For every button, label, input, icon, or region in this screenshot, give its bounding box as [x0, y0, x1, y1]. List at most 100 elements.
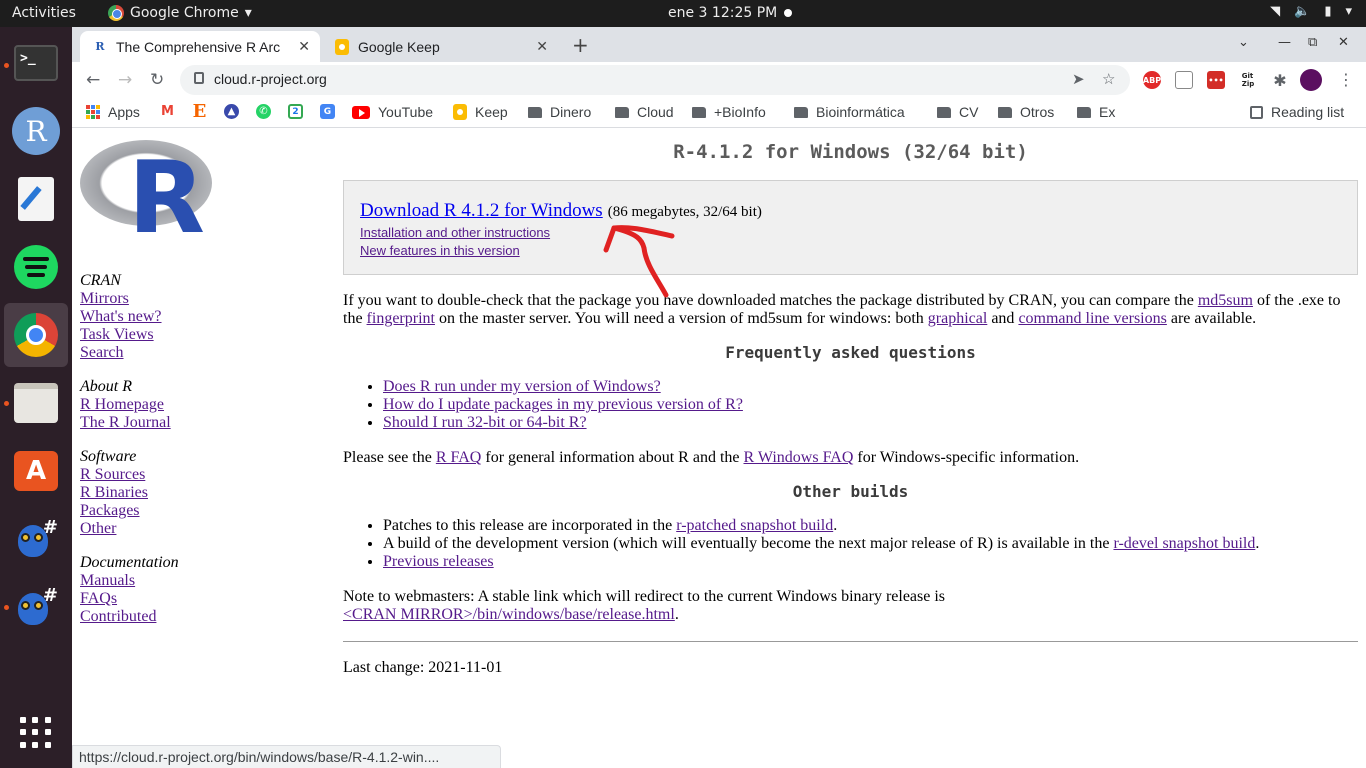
- send-icon[interactable]: ➤: [1072, 70, 1085, 88]
- bookmark-youtube[interactable]: YouTube: [352, 104, 433, 120]
- graphical-link[interactable]: graphical: [928, 310, 988, 327]
- previous-releases-link[interactable]: Previous releases: [383, 553, 494, 570]
- md5sum-link[interactable]: md5sum: [1198, 292, 1253, 309]
- lock-icon[interactable]: [194, 72, 204, 84]
- document-extension-icon[interactable]: [1175, 71, 1193, 89]
- sidebar-link-r-binaries[interactable]: R Binaries: [80, 484, 330, 502]
- extensions-puzzle-icon[interactable]: ✱: [1271, 71, 1289, 90]
- install-instructions-link[interactable]: Installation and other instructions: [360, 226, 1341, 240]
- tab-keep[interactable]: Google Keep ✕: [322, 31, 558, 62]
- profile-avatar[interactable]: [1300, 69, 1322, 91]
- bookmark-gmail[interactable]: M: [160, 104, 175, 119]
- text-editor-icon: [18, 177, 54, 221]
- sidebar-link-task-views[interactable]: Task Views: [80, 326, 330, 344]
- bookmark-label: Keep: [475, 104, 508, 120]
- close-icon[interactable]: ✕: [536, 38, 548, 55]
- command-line-versions-link[interactable]: command line versions: [1018, 310, 1166, 327]
- bookmark-folder-bioinformatica[interactable]: Bioinformática: [794, 104, 905, 120]
- bookmark-label: Cloud: [637, 104, 674, 120]
- bookmark-star-icon[interactable]: ☆: [1102, 70, 1115, 88]
- fingerprint-link[interactable]: fingerprint: [367, 310, 435, 327]
- webmaster-note: Note to webmasters: A stable link which …: [343, 588, 946, 623]
- sidebar-link-r-journal[interactable]: The R Journal: [80, 414, 330, 432]
- bookmark-whatsapp[interactable]: ✆: [256, 104, 271, 119]
- bookmark-folder-cloud[interactable]: Cloud: [615, 104, 674, 120]
- gitzip-icon[interactable]: Git Zip: [1239, 71, 1257, 89]
- address-bar[interactable]: cloud.r-project.org ➤ ☆: [180, 65, 1130, 95]
- r-devel-link[interactable]: r-devel snapshot build: [1113, 535, 1255, 552]
- new-features-link[interactable]: New features in this version: [360, 244, 1341, 258]
- dock-spotify[interactable]: [10, 241, 62, 293]
- chrome-icon: [14, 313, 58, 357]
- bookmarks-bar: Apps M E ▲ ✆ 2 G YouTube Keep Dinero Clo…: [72, 98, 1366, 128]
- forward-icon[interactable]: →: [118, 70, 132, 90]
- faq-link-windows-version[interactable]: Does R run under my version of Windows?: [383, 378, 661, 395]
- paragraph-text: Please see the: [343, 449, 436, 466]
- sidebar-link-whats-new[interactable]: What's new?: [80, 308, 330, 326]
- sidebar-link-packages[interactable]: Packages: [80, 502, 330, 520]
- r-faq-link[interactable]: R FAQ: [436, 449, 482, 466]
- tab-strip: R The Comprehensive R Arc ✕ Google Keep …: [72, 27, 1366, 62]
- sidebar-link-manuals[interactable]: Manuals: [80, 572, 330, 590]
- dock-software[interactable]: A: [10, 445, 62, 497]
- sidebar-heading: Software: [80, 448, 137, 465]
- system-tray[interactable]: ◥ 🔈 ▮ ▾: [1270, 4, 1352, 19]
- apps-grid-icon: [86, 105, 100, 119]
- url-text[interactable]: cloud.r-project.org: [214, 71, 327, 87]
- close-icon[interactable]: ✕: [298, 38, 310, 55]
- dock-owl-app[interactable]: #: [10, 513, 62, 565]
- back-icon[interactable]: ←: [86, 70, 100, 90]
- faq-link-update-packages[interactable]: How do I update packages in my previous …: [383, 396, 743, 413]
- sidebar-link-mirrors[interactable]: Mirrors: [80, 290, 330, 308]
- bookmark-calendar[interactable]: 2: [288, 104, 303, 119]
- clock[interactable]: ene 3 12:25 PM: [668, 5, 777, 21]
- bookmark-folder-cv[interactable]: CV: [937, 104, 978, 120]
- bookmark-folder-bioinfo[interactable]: +BioInfo: [692, 104, 766, 120]
- sidebar-link-contributed[interactable]: Contributed: [80, 608, 330, 626]
- activities-button[interactable]: Activities: [12, 5, 76, 21]
- bookmark-keep[interactable]: Keep: [453, 104, 508, 120]
- new-tab-button[interactable]: +: [572, 33, 589, 57]
- download-r-link[interactable]: Download R 4.1.2 for Windows: [360, 200, 603, 221]
- maximize-button[interactable]: ⧉: [1308, 35, 1317, 50]
- tab-search-icon[interactable]: ⌄: [1238, 35, 1249, 50]
- reload-icon[interactable]: ↻: [150, 70, 164, 90]
- tab-cran[interactable]: R The Comprehensive R Arc ✕: [80, 31, 320, 62]
- sidebar-link-search[interactable]: Search: [80, 344, 330, 362]
- minimize-button[interactable]: —: [1278, 35, 1291, 50]
- dock-text-editor[interactable]: [10, 173, 62, 225]
- release-html-link[interactable]: <CRAN MIRROR>/bin/windows/base/release.h…: [343, 606, 675, 623]
- list-item: Patches to this release are incorporated…: [383, 517, 1358, 535]
- sidebar-link-r-homepage[interactable]: R Homepage: [80, 396, 330, 414]
- r-favicon-icon: R: [95, 40, 105, 53]
- bookmark-folder-ex[interactable]: Ex: [1077, 104, 1115, 120]
- dock-files[interactable]: [10, 377, 62, 429]
- sidebar-link-faqs[interactable]: FAQs: [80, 590, 330, 608]
- bookmark-folder-dinero[interactable]: Dinero: [528, 104, 591, 120]
- bookmark-folder-otros[interactable]: Otros: [998, 104, 1054, 120]
- download-box: Download R 4.1.2 for Windows (86 megabyte…: [343, 180, 1358, 275]
- bookmark-label: CV: [959, 104, 979, 120]
- show-applications[interactable]: [10, 707, 62, 759]
- bookmark-school[interactable]: ▲: [224, 104, 239, 119]
- menu-kebab-icon[interactable]: ⋮: [1338, 70, 1354, 89]
- main-column: R-4.1.2 for Windows (32/64 bit) Download…: [343, 128, 1358, 677]
- r-patched-link[interactable]: r-patched snapshot build: [676, 517, 833, 534]
- dock-chrome[interactable]: [4, 303, 68, 367]
- close-window-button[interactable]: ✕: [1338, 35, 1349, 50]
- app-menu[interactable]: Google Chrome ▾: [108, 5, 252, 21]
- dock-owl-app-2[interactable]: #: [10, 581, 62, 633]
- sidebar-link-other[interactable]: Other: [80, 520, 330, 538]
- translate-icon: G: [320, 104, 335, 119]
- bookmark-apps[interactable]: Apps: [86, 104, 140, 120]
- adblock-icon[interactable]: ABP: [1143, 71, 1161, 89]
- faq-link-32-or-64-bit[interactable]: Should I run 32-bit or 64-bit R?: [383, 414, 587, 431]
- sidebar-link-r-sources[interactable]: R Sources: [80, 466, 330, 484]
- lastpass-icon[interactable]: •••: [1207, 71, 1225, 89]
- r-windows-faq-link[interactable]: R Windows FAQ: [744, 449, 854, 466]
- reading-list-button[interactable]: Reading list: [1250, 104, 1344, 120]
- dock-terminal[interactable]: >_: [10, 37, 62, 89]
- dock-r[interactable]: R: [10, 105, 62, 157]
- bookmark-etsy[interactable]: E: [192, 101, 207, 122]
- bookmark-translate[interactable]: G: [320, 104, 335, 119]
